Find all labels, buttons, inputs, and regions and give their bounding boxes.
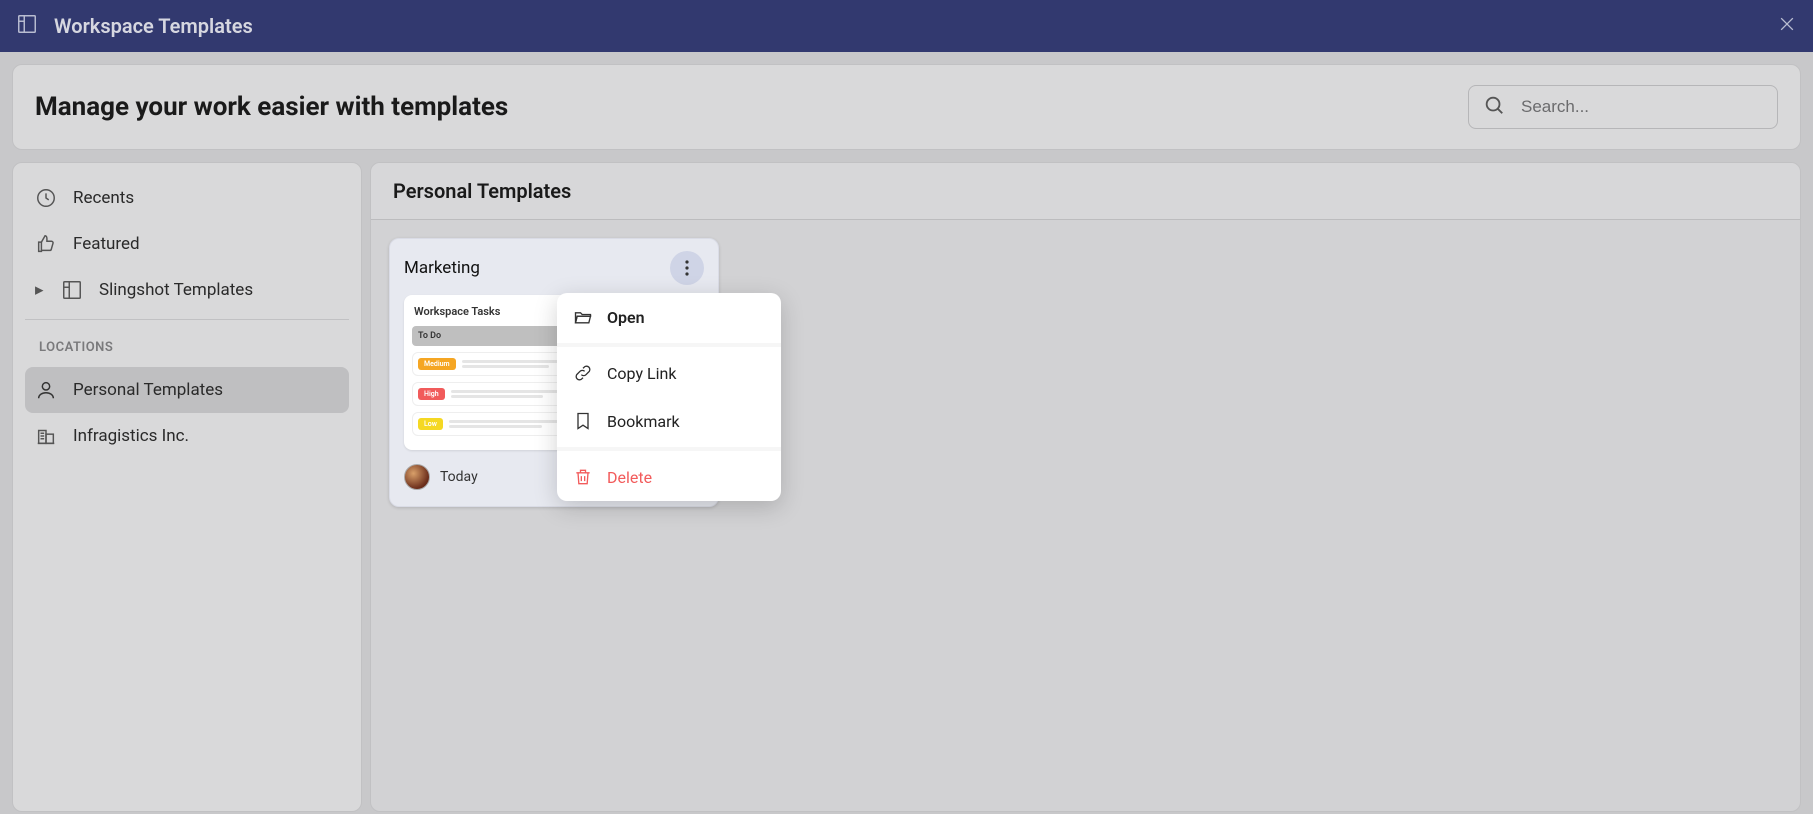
ctx-label: Bookmark bbox=[607, 412, 680, 431]
sidebar-item-label: Slingshot Templates bbox=[99, 280, 253, 300]
card-more-button[interactable] bbox=[670, 251, 704, 285]
chevron-right-icon: ▸ bbox=[35, 280, 45, 300]
main-panel: Personal Templates Marketing Workspace T… bbox=[370, 162, 1801, 812]
folder-open-icon bbox=[573, 307, 593, 327]
divider bbox=[557, 447, 781, 451]
sidebar-heading: LOCATIONS bbox=[25, 334, 349, 367]
templates-icon bbox=[16, 13, 38, 39]
divider bbox=[557, 343, 781, 347]
cards-area: Marketing Workspace Tasks To Do Medium bbox=[371, 220, 1800, 525]
sidebar-item-label: Featured bbox=[73, 234, 140, 254]
divider bbox=[25, 319, 349, 320]
badge-high: High bbox=[418, 388, 445, 400]
sidebar: Recents Featured ▸ Slingshot Templates L… bbox=[12, 162, 362, 812]
sidebar-item-slingshot[interactable]: ▸ Slingshot Templates bbox=[25, 267, 349, 313]
ctx-open[interactable]: Open bbox=[557, 293, 781, 341]
header-strip: Manage your work easier with templates bbox=[12, 64, 1801, 150]
sidebar-item-label: Infragistics Inc. bbox=[73, 426, 189, 446]
bookmark-icon bbox=[573, 411, 593, 431]
sidebar-item-featured[interactable]: Featured bbox=[25, 221, 349, 267]
kebab-icon bbox=[685, 260, 689, 276]
sidebar-item-label: Recents bbox=[73, 188, 134, 208]
badge-medium: Medium bbox=[418, 358, 456, 370]
trash-icon bbox=[573, 467, 593, 487]
titlebar-title: Workspace Templates bbox=[54, 14, 253, 38]
card-footer-label: Today bbox=[440, 469, 478, 485]
ctx-copy-link[interactable]: Copy Link bbox=[557, 349, 781, 397]
ctx-delete[interactable]: Delete bbox=[557, 453, 781, 501]
clock-icon bbox=[35, 187, 57, 209]
ctx-label: Open bbox=[607, 308, 645, 327]
ctx-label: Copy Link bbox=[607, 364, 676, 383]
building-icon bbox=[35, 425, 57, 447]
search-icon bbox=[1483, 94, 1521, 120]
close-button[interactable] bbox=[1777, 14, 1797, 38]
badge-low: Low bbox=[418, 418, 443, 430]
templates-icon bbox=[61, 279, 83, 301]
sidebar-item-personal-templates[interactable]: Personal Templates bbox=[25, 367, 349, 413]
section-title: Personal Templates bbox=[371, 163, 1800, 220]
page-title: Manage your work easier with templates bbox=[35, 92, 508, 122]
person-icon bbox=[35, 379, 57, 401]
titlebar: Workspace Templates bbox=[0, 0, 1813, 52]
ctx-bookmark[interactable]: Bookmark bbox=[557, 397, 781, 445]
card-header: Marketing bbox=[390, 239, 718, 295]
search-field[interactable] bbox=[1468, 85, 1778, 129]
ctx-label: Delete bbox=[607, 468, 652, 487]
thumbs-up-icon bbox=[35, 233, 57, 255]
search-input[interactable] bbox=[1521, 97, 1763, 117]
context-menu: Open Copy Link Bookmark Delete bbox=[557, 293, 781, 501]
sidebar-item-infragistics[interactable]: Infragistics Inc. bbox=[25, 413, 349, 459]
sidebar-item-recents[interactable]: Recents bbox=[25, 175, 349, 221]
link-icon bbox=[573, 363, 593, 383]
titlebar-left: Workspace Templates bbox=[16, 13, 253, 39]
sidebar-item-label: Personal Templates bbox=[73, 380, 223, 400]
avatar bbox=[404, 464, 430, 490]
card-title: Marketing bbox=[404, 258, 480, 278]
